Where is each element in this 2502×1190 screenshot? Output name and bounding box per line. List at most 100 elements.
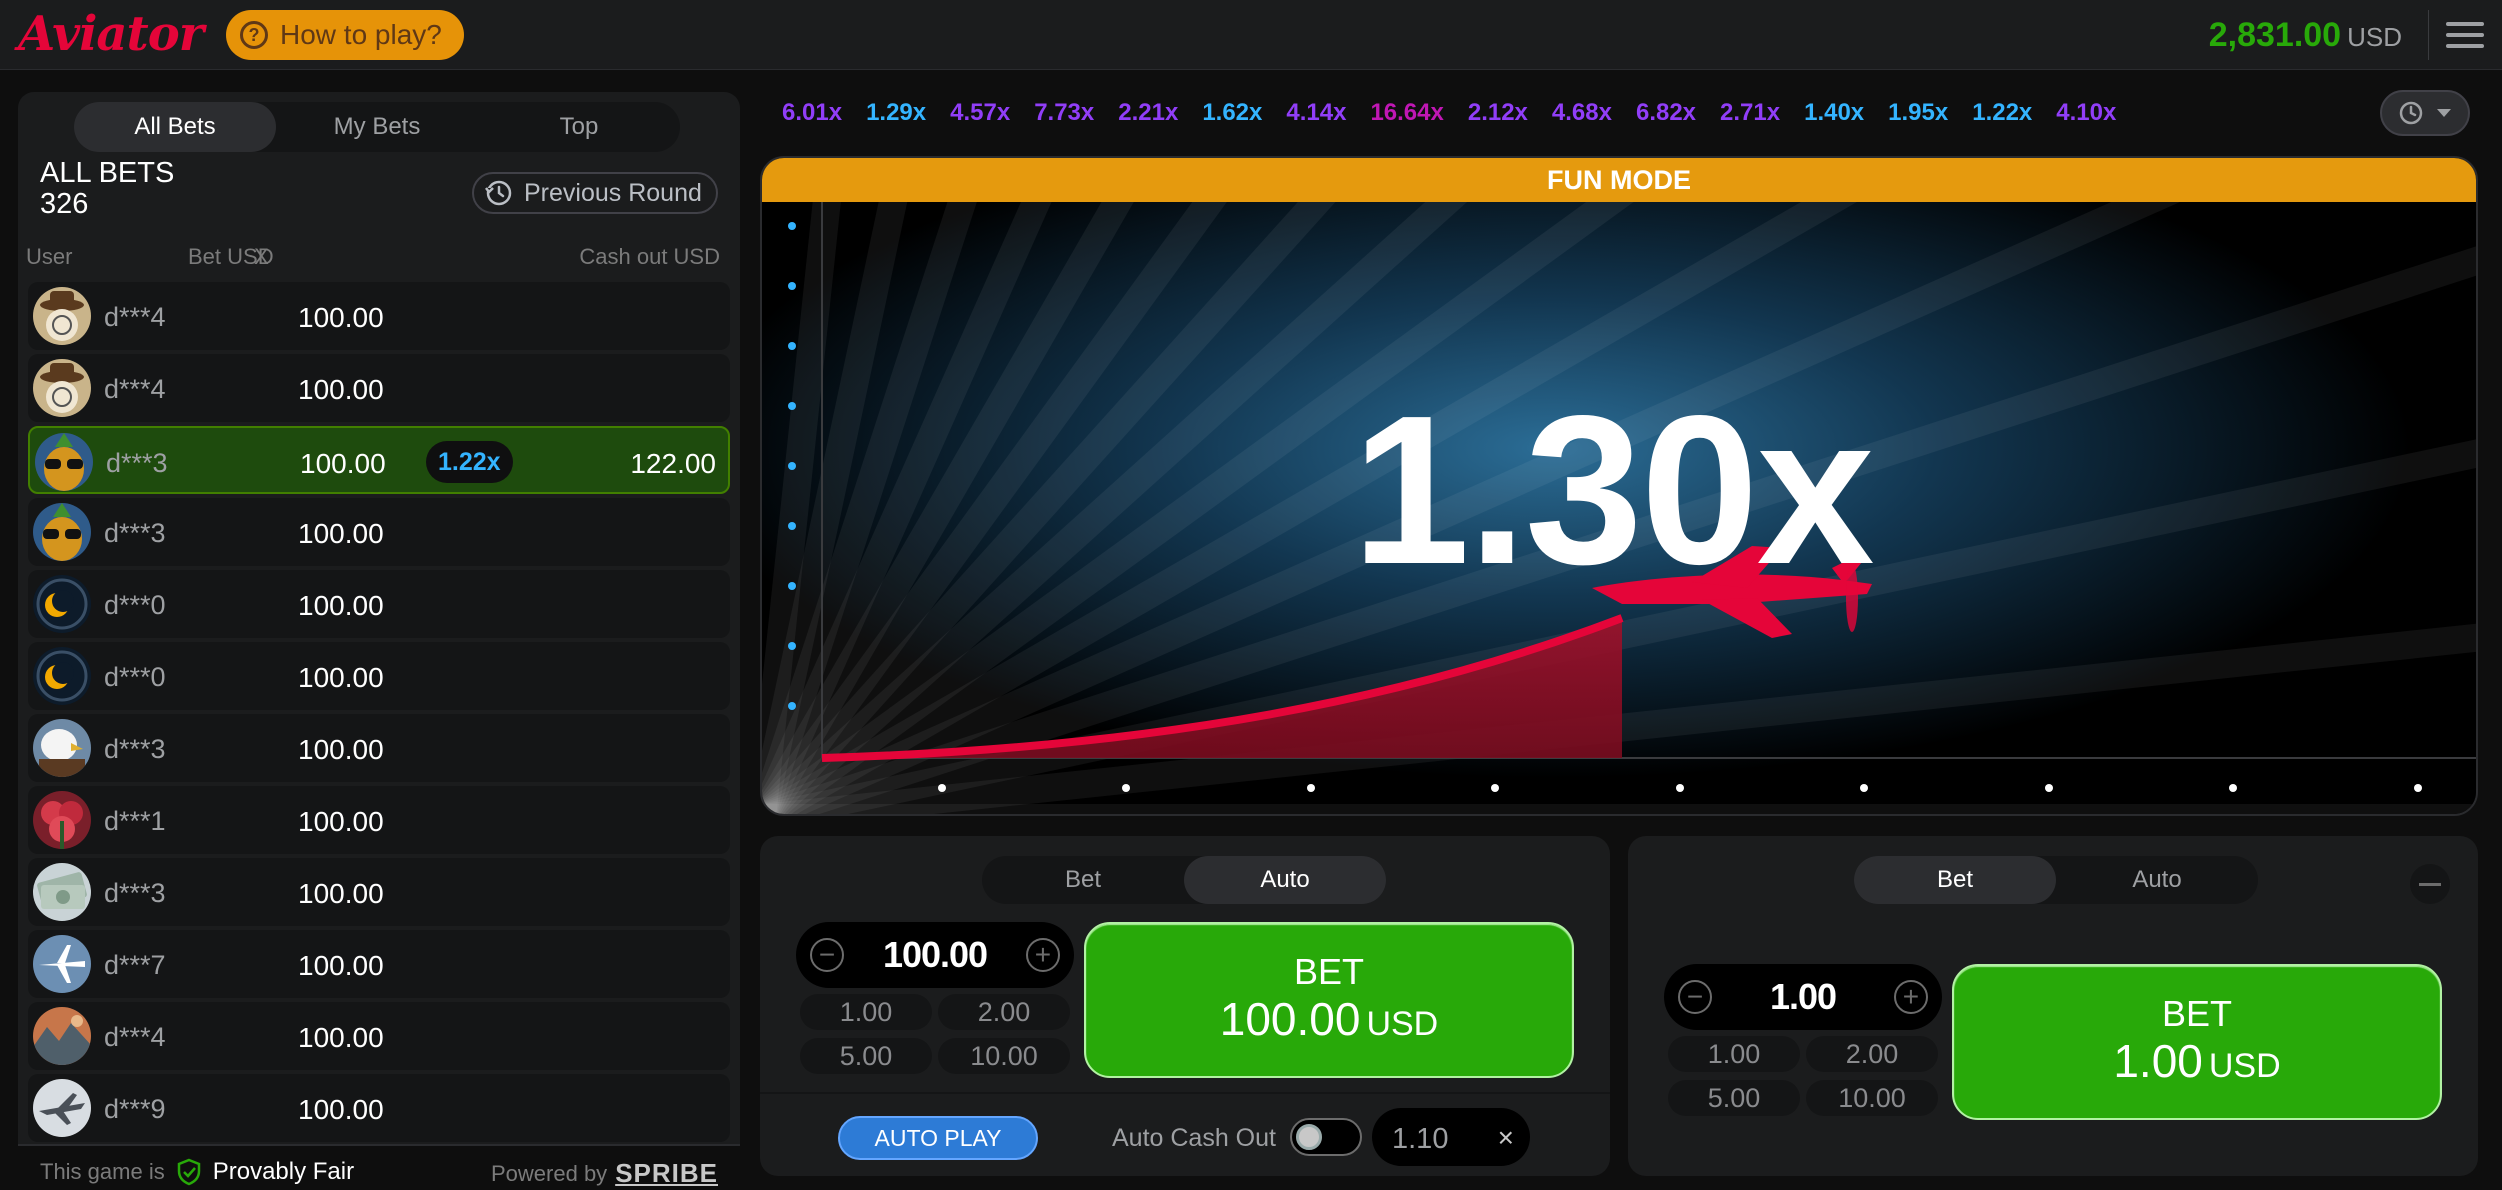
bet-panel-1: Bet Auto − 100.00 + 1.00 2.00 5.00 10.00… [760,836,1610,1176]
tab-top[interactable]: Top [478,102,680,152]
quick-amount-10[interactable]: 10.00 [1806,1080,1938,1116]
history-multiplier[interactable]: 2.71x [1720,99,1780,127]
current-multiplier: 1.30x [1352,371,1875,608]
remove-panel-button[interactable] [2410,864,2450,904]
history-multiplier[interactable]: 1.22x [1972,99,2032,127]
history-multiplier[interactable]: 1.29x [866,99,926,127]
bet-row: d***3 100.00 1.22x 122.00 [28,426,730,494]
history-icon [485,180,512,206]
decrease-button[interactable]: − [810,938,844,972]
increase-button[interactable]: + [1025,938,1060,972]
bet-panel-2: Bet Auto − 1.00 + 1.00 2.00 5.00 10.00 B… [1628,836,2478,1176]
all-bets-title: ALL BETS [40,157,175,189]
history-multiplier[interactable]: 7.73x [1034,99,1094,127]
tab-all-bets[interactable]: All Bets [74,102,276,152]
history-toggle-button[interactable] [2380,90,2470,136]
history-multiplier[interactable]: 1.95x [1888,99,1948,127]
shield-check-icon [177,1158,200,1186]
bet-row-amount: 100.00 [298,374,384,405]
moon-avatar [33,575,91,633]
decrease-button[interactable]: − [1678,980,1712,1014]
top-bar: Aviator ? How to play? 2,831.00 USD [0,0,2502,70]
tab-auto[interactable]: Auto [1184,856,1386,904]
history-multiplier[interactable]: 4.14x [1286,99,1346,127]
tab-bet[interactable]: Bet [982,856,1184,904]
auto-cash-out-toggle[interactable] [1290,1118,1362,1156]
history-multiplier[interactable]: 4.10x [2056,99,2116,127]
bet-row-amount: 100.00 [300,448,386,479]
clear-icon[interactable]: × [1498,1122,1514,1154]
bet-button[interactable]: BET 1.00 USD [1952,964,2442,1120]
bet-amount-value[interactable]: 1.00 [1770,976,1837,1018]
bet-amount-stepper: − 1.00 + [1664,964,1942,1030]
aviator-logo: Aviator [18,6,204,62]
history-multiplier[interactable]: 1.62x [1202,99,1262,127]
bet-row: d***7 100.00 [28,930,730,998]
provably-fair-link[interactable]: This game is Provably Fair [40,1158,354,1186]
tab-my-bets[interactable]: My Bets [276,102,478,152]
bet-row-amount: 100.00 [298,662,384,693]
bet-row-amount: 100.00 [298,1022,384,1053]
quick-amount-10[interactable]: 10.00 [938,1038,1070,1074]
column-user: User [26,244,73,269]
bet-row-amount: 100.00 [298,734,384,765]
quick-amount-2[interactable]: 2.00 [938,994,1070,1030]
bet-row-user: d***7 [104,950,166,980]
bet-row-amount: 100.00 [298,806,384,837]
quick-amount-1[interactable]: 1.00 [800,994,932,1030]
all-bets-count: 326 [40,188,89,220]
history-multiplier[interactable]: 6.01x [782,99,842,127]
history-multiplier[interactable]: 4.57x [950,99,1010,127]
column-cashout: Cash out USD [579,244,720,269]
history-multiplier[interactable]: 4.68x [1552,99,1612,127]
auto-play-button[interactable]: AUTO PLAY [838,1116,1038,1160]
how-to-play-button[interactable]: ? How to play? [226,10,464,60]
bet-row-user: d***4 [104,1022,166,1052]
tab-bet[interactable]: Bet [1854,856,2056,904]
history-multiplier[interactable]: 6.82x [1636,99,1696,127]
how-to-play-label: How to play? [280,19,442,50]
cowboy-emoji-avatar [33,287,91,345]
bet-row: d***1 100.00 [28,786,730,854]
round-history: 6.01x 1.29x 4.57x 7.73x 2.21x 1.62x 4.14x 16.64… [768,88,2468,138]
powered-by: Powered by SPRIBE [491,1158,718,1189]
bet-row-user: d***0 [104,662,166,692]
increase-button[interactable]: + [1893,980,1928,1014]
bet-row-user: d***0 [104,590,166,620]
bet-row: d***3 100.00 [28,858,730,926]
previous-round-button[interactable]: Previous Round [472,172,718,214]
bet-row-amount: 100.00 [298,302,384,333]
quick-amount-2[interactable]: 2.00 [1806,1036,1938,1072]
game-canvas: FUN MODE 1.30x [760,156,2478,816]
game-is-label: This game is [40,1159,165,1184]
history-multiplier[interactable]: 1.40x [1804,99,1864,127]
bet-button-amount: 100.00 USD [1219,992,1439,1045]
bet-amount-value[interactable]: 100.00 [883,934,988,976]
history-multiplier[interactable]: 2.21x [1118,99,1178,127]
menu-icon[interactable] [2446,22,2484,48]
bet-row: d***3 100.00 [28,498,730,566]
red-flower-avatar [33,791,91,849]
fighter-jet-avatar [33,1079,91,1137]
history-icon [2399,101,2423,125]
balance-currency: USD [2347,22,2402,52]
bet-button-label: BET [1293,950,1364,992]
tab-auto[interactable]: Auto [2056,856,2258,904]
bet-row: d***0 100.00 [28,642,730,710]
auto-cash-out-input[interactable]: 1.10 × [1372,1108,1530,1166]
bet-row-amount: 100.00 [298,1094,384,1125]
auto-cash-out-label: Auto Cash Out [1112,1124,1276,1152]
history-multiplier[interactable]: 2.12x [1468,99,1528,127]
question-icon: ? [240,21,268,49]
bet-row: d***4 100.00 [28,1002,730,1070]
bet-button[interactable]: BET 100.00 USD [1084,922,1574,1078]
quick-amount-5[interactable]: 5.00 [1668,1080,1800,1116]
bet-row-user: d***3 [104,878,166,908]
history-multiplier[interactable]: 16.64x [1370,99,1443,127]
bet-row: d***9 100.00 [28,1074,730,1142]
bet-row-amount: 100.00 [298,518,384,549]
bet-row-user: d***4 [104,302,166,332]
bet-row-user: d***3 [106,448,168,478]
quick-amount-1[interactable]: 1.00 [1668,1036,1800,1072]
quick-amount-5[interactable]: 5.00 [800,1038,932,1074]
